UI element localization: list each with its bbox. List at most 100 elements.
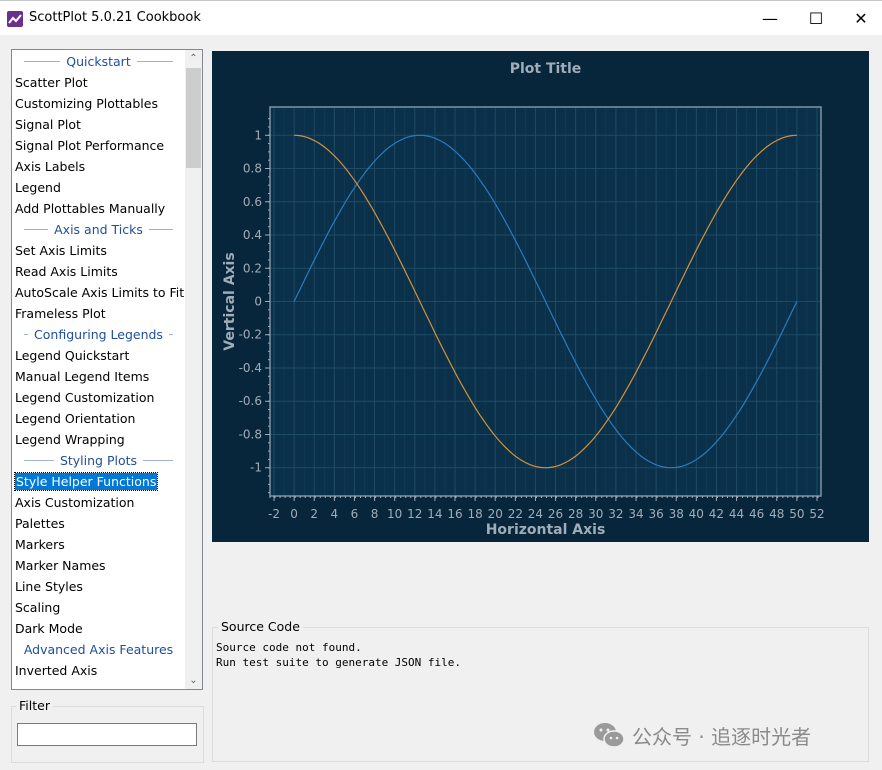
filter-input[interactable]	[17, 723, 197, 746]
list-item-label: Signal Plot Performance	[15, 138, 165, 153]
list-item[interactable]: Add Plottables Manually	[12, 198, 185, 219]
app-logo-icon	[7, 11, 23, 27]
chart-svg: -2 0 2 4 6 8 10 12 14 16 18 20 22 24 26 28 30 32 34 36 38 40 4…	[222, 61, 825, 538]
x-tick-label: 0	[290, 507, 298, 521]
list-category-header: Axis and Ticks	[12, 219, 185, 240]
x-tick-label: 12	[407, 507, 422, 521]
list-item[interactable]: Markers	[12, 534, 185, 555]
x-tick-label: 2	[310, 507, 318, 521]
y-tick-label: -1	[250, 461, 262, 475]
list-item[interactable]: Inverted Axis	[12, 660, 185, 681]
scroll-thumb[interactable]	[186, 68, 201, 168]
list-item[interactable]: Marker Names	[12, 555, 185, 576]
list-item-label: Legend Customization	[15, 390, 155, 405]
x-tick-label: 36	[648, 507, 663, 521]
list-item[interactable]: Scaling	[12, 597, 185, 618]
source-code-label: Source Code	[218, 619, 303, 634]
y-tick-label: -0.6	[239, 394, 262, 408]
x-tick-label: 10	[387, 507, 402, 521]
x-tick-label: 40	[689, 507, 704, 521]
x-tick-label: 48	[769, 507, 784, 521]
x-tick-label: 46	[749, 507, 764, 521]
x-tick-label: 20	[488, 507, 503, 521]
x-tick-label: 30	[588, 507, 603, 521]
x-tick-label: 22	[508, 507, 523, 521]
list-item[interactable]: Legend Orientation	[12, 408, 185, 429]
list-item[interactable]: Axis Labels	[12, 156, 185, 177]
header-label: Configuring Legends	[28, 327, 169, 342]
list-category-header: Quickstart	[12, 51, 185, 72]
x-tick-label: 52	[809, 507, 824, 521]
x-tick-label: -2	[268, 507, 280, 521]
list-item-label: Legend Orientation	[15, 411, 136, 426]
list-item-label: AutoScale Axis Limits to Fit Data	[15, 285, 185, 300]
x-tick-label: 28	[568, 507, 583, 521]
y-tick-label: 0.4	[243, 228, 262, 242]
y-tick-label: 0.8	[243, 162, 262, 176]
recipe-list[interactable]: Quickstart Scatter Plot Customizing Plotta…	[11, 49, 203, 690]
list-item[interactable]: Read Axis Limits	[12, 261, 185, 282]
list-item[interactable]: Legend Quickstart	[12, 345, 185, 366]
watermark: 公众号 · 追逐时光者	[592, 720, 811, 750]
list-item[interactable]: Style Helper Functions	[12, 471, 185, 492]
list-item-label: Signal Plot	[15, 117, 81, 132]
list-item[interactable]: Manual Legend Items	[12, 366, 185, 387]
y-tick-label: 0.6	[243, 195, 262, 209]
list-item[interactable]: Legend Customization	[12, 387, 185, 408]
header-label: Advanced Axis Features	[17, 642, 180, 657]
list-item-label: Read Axis Limits	[15, 264, 118, 279]
list-item[interactable]: Legend Wrapping	[12, 429, 185, 450]
recipe-list-items: Quickstart Scatter Plot Customizing Plotta…	[12, 51, 185, 681]
list-category-header: Advanced Axis Features	[12, 639, 185, 660]
y-tick-label: -0.8	[239, 427, 262, 441]
y-tick-label: 1	[254, 128, 262, 142]
x-tick-label: 8	[371, 507, 379, 521]
close-button[interactable]: ✕	[838, 1, 882, 36]
list-item-label: Axis Customization	[15, 495, 135, 510]
watermark-text: 公众号 · 追逐时光者	[632, 724, 812, 749]
list-item[interactable]: Palettes	[12, 513, 185, 534]
list-item-label: Legend Wrapping	[15, 432, 125, 447]
list-item-label: Set Axis Limits	[15, 243, 107, 258]
y-axis-label: Vertical Axis	[222, 252, 238, 350]
scroll-up-icon[interactable]: ⌃	[185, 50, 202, 67]
x-tick-label: 38	[669, 507, 684, 521]
scroll-down-icon[interactable]: ⌄	[185, 672, 202, 689]
plot-panel[interactable]: -2 0 2 4 6 8 10 12 14 16 18 20 22 24 26 28 30 32 34 36 38 40 4…	[212, 51, 869, 542]
x-axis-label: Horizontal Axis	[486, 522, 606, 538]
list-item-label: Frameless Plot	[15, 306, 106, 321]
source-code-text: Source code not found. Run test suite to…	[216, 641, 462, 669]
title-bar: ScottPlot 5.0.21 Cookbook — ☐ ✕	[0, 0, 882, 35]
list-item[interactable]: Scatter Plot	[12, 72, 185, 93]
list-item-label: Scatter Plot	[15, 75, 88, 90]
header-label: Styling Plots	[53, 453, 144, 468]
x-tick-label: 18	[467, 507, 482, 521]
x-tick-label: 16	[447, 507, 462, 521]
x-tick-label: 32	[608, 507, 623, 521]
x-tick-label: 50	[789, 507, 804, 521]
y-tick-label: 0.2	[243, 261, 262, 275]
list-item-label: Add Plottables Manually	[15, 201, 166, 216]
list-item[interactable]: Frameless Plot	[12, 303, 185, 324]
list-item-label: Inverted Axis	[15, 663, 98, 678]
list-item[interactable]: Legend	[12, 177, 185, 198]
x-tick-label: 44	[729, 507, 744, 521]
y-tick-label: 0	[254, 295, 262, 309]
list-item[interactable]: Signal Plot Performance	[12, 135, 185, 156]
list-item-label: Legend	[15, 180, 61, 195]
maximize-button[interactable]: ☐	[793, 1, 839, 36]
list-item-label: Palettes	[15, 516, 65, 531]
list-item[interactable]: Customizing Plottables	[12, 93, 185, 114]
list-item-label: Line Styles	[15, 579, 83, 594]
list-item[interactable]: AutoScale Axis Limits to Fit Data	[12, 282, 185, 303]
list-item[interactable]: Signal Plot	[12, 114, 185, 135]
list-scrollbar[interactable]: ⌃ ⌄	[185, 50, 202, 689]
list-item[interactable]: Dark Mode	[12, 618, 185, 639]
list-item[interactable]: Axis Customization	[12, 492, 185, 513]
maximize-icon: ☐	[808, 9, 824, 28]
list-item[interactable]: Line Styles	[12, 576, 185, 597]
y-tick-label: -0.2	[239, 328, 262, 342]
minimize-button[interactable]: —	[747, 1, 793, 36]
list-item[interactable]: Set Axis Limits	[12, 240, 185, 261]
close-icon: ✕	[854, 9, 868, 28]
